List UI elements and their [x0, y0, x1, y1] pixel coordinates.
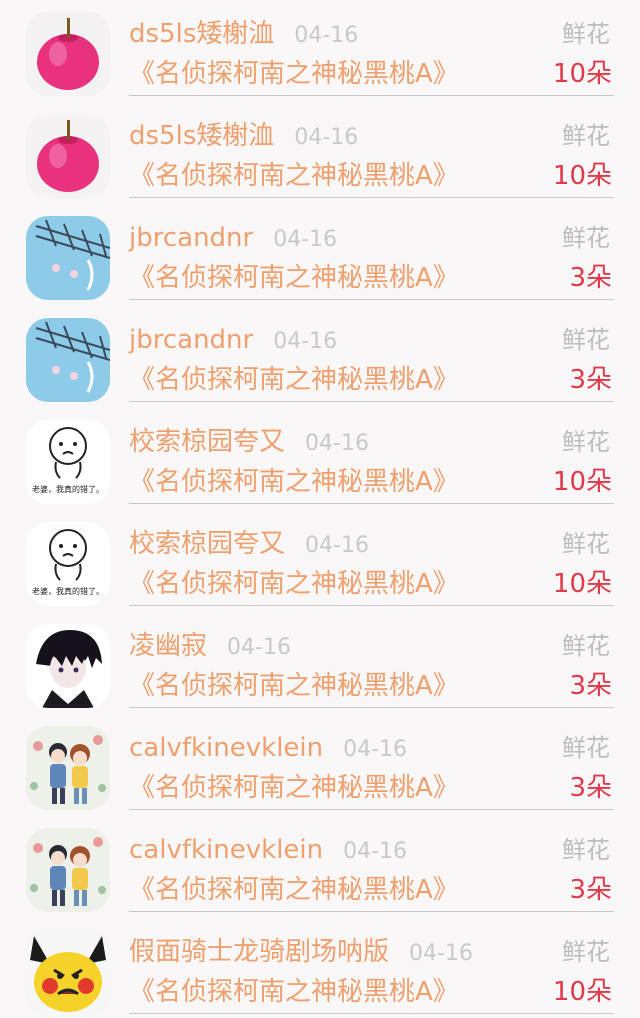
divider	[129, 503, 614, 504]
book-title[interactable]: 《名侦探柯南之神秘黑桃A》	[129, 976, 459, 1008]
username-text[interactable]: 凌幽寂	[129, 631, 207, 661]
apple-avatar[interactable]	[26, 114, 110, 198]
divider	[129, 401, 614, 402]
date-text: 04-16	[294, 125, 359, 150]
username-text[interactable]: ds5ls矮榭洫	[129, 121, 274, 151]
list-item[interactable]: 凌幽寂 04-16 《名侦探柯南之神秘黑桃A》 鲜花 3朵	[0, 612, 640, 714]
book-title[interactable]: 《名侦探柯南之神秘黑桃A》	[129, 670, 459, 702]
username-text[interactable]: 校索椋园夸又	[129, 427, 285, 457]
username[interactable]: calvfkinevklein 04-16	[129, 834, 407, 868]
date-text: 04-16	[343, 839, 408, 864]
username-text[interactable]: ds5ls矮榭洫	[129, 19, 274, 49]
wind-chime-avatar[interactable]	[26, 216, 110, 300]
gift-label: 鲜花	[562, 428, 610, 456]
divider	[129, 707, 614, 708]
couple-avatar[interactable]	[26, 828, 110, 912]
gift-label: 鲜花	[562, 326, 610, 354]
divider	[129, 197, 614, 198]
divider	[129, 299, 614, 300]
date-text: 04-16	[294, 23, 359, 48]
anime-boy-avatar[interactable]	[26, 624, 110, 708]
gift-count: 10朵	[552, 569, 612, 599]
gift-count: 10朵	[552, 59, 612, 89]
gift-label: 鲜花	[562, 836, 610, 864]
username[interactable]: 凌幽寂 04-16	[129, 630, 291, 664]
username[interactable]: jbrcandnr 04-16	[129, 324, 337, 358]
date-text: 04-16	[305, 533, 369, 558]
username-text[interactable]: calvfkinevklein	[129, 733, 323, 763]
username-text[interactable]: jbrcandnr	[129, 325, 253, 355]
username[interactable]: ds5ls矮榭洫 04-16	[129, 120, 358, 154]
avatar-caption: 老婆，我真的错了。	[32, 484, 104, 494]
date-text: 04-16	[273, 227, 338, 252]
divider	[129, 95, 614, 96]
wind-chime-avatar[interactable]	[26, 318, 110, 402]
cartoon-sad-avatar[interactable]: 老婆，我真的错了。	[26, 420, 110, 504]
book-title[interactable]: 《名侦探柯南之神秘黑桃A》	[129, 58, 459, 90]
gift-count: 3朵	[569, 773, 612, 803]
date-text: 04-16	[343, 737, 408, 762]
book-title[interactable]: 《名侦探柯南之神秘黑桃A》	[129, 466, 459, 498]
username[interactable]: 校索椋园夸又 04-16	[129, 528, 369, 562]
cartoon-sad-avatar[interactable]: 老婆，我真的错了。	[26, 522, 110, 606]
divider	[129, 809, 614, 810]
couple-avatar[interactable]	[26, 726, 110, 810]
gift-count: 3朵	[569, 263, 612, 293]
book-title[interactable]: 《名侦探柯南之神秘黑桃A》	[129, 160, 459, 192]
username[interactable]: ds5ls矮榭洫 04-16	[129, 18, 358, 52]
username[interactable]: 假面骑士龙骑剧场呐版 04-16	[129, 936, 473, 970]
date-text: 04-16	[227, 635, 291, 660]
apple-avatar[interactable]	[26, 12, 110, 96]
date-text: 04-16	[273, 329, 338, 354]
list-item[interactable]: ds5ls矮榭洫 04-16 《名侦探柯南之神秘黑桃A》 鲜花 10朵	[0, 102, 640, 204]
gift-label: 鲜花	[562, 938, 610, 966]
username-text[interactable]: 校索椋园夸又	[129, 529, 285, 559]
gift-label: 鲜花	[562, 734, 610, 762]
gift-label: 鲜花	[562, 632, 610, 660]
list-item[interactable]: 老婆，我真的错了。 校索椋园夸又 04-16 《名侦探柯南之神秘黑桃A》 鲜花 1…	[0, 510, 640, 612]
username[interactable]: calvfkinevklein 04-16	[129, 732, 407, 766]
date-text: 04-16	[409, 941, 473, 966]
gift-count: 10朵	[552, 977, 612, 1007]
username[interactable]: 校索椋园夸又 04-16	[129, 426, 369, 460]
gift-count: 3朵	[569, 671, 612, 701]
list-item[interactable]: calvfkinevklein 04-16 《名侦探柯南之神秘黑桃A》 鲜花 3朵	[0, 714, 640, 816]
gift-count: 10朵	[552, 161, 612, 191]
username-text[interactable]: 假面骑士龙骑剧场呐版	[129, 937, 389, 967]
gift-label: 鲜花	[562, 122, 610, 150]
divider	[129, 911, 614, 912]
gift-count: 10朵	[552, 467, 612, 497]
gift-count: 3朵	[569, 875, 612, 905]
book-title[interactable]: 《名侦探柯南之神秘黑桃A》	[129, 568, 459, 600]
book-title[interactable]: 《名侦探柯南之神秘黑桃A》	[129, 874, 459, 906]
gift-label: 鲜花	[562, 530, 610, 558]
gift-label: 鲜花	[562, 20, 610, 48]
book-title[interactable]: 《名侦探柯南之神秘黑桃A》	[129, 364, 459, 396]
username[interactable]: jbrcandnr 04-16	[129, 222, 337, 256]
username-text[interactable]: calvfkinevklein	[129, 835, 323, 865]
divider	[129, 605, 614, 606]
list-item[interactable]: calvfkinevklein 04-16 《名侦探柯南之神秘黑桃A》 鲜花 3朵	[0, 816, 640, 918]
gift-count: 3朵	[569, 365, 612, 395]
pikachu-avatar[interactable]	[26, 930, 110, 1014]
divider	[129, 1013, 614, 1014]
list-item[interactable]: jbrcandnr 04-16 《名侦探柯南之神秘黑桃A》 鲜花 3朵	[0, 204, 640, 306]
list-item[interactable]: jbrcandnr 04-16 《名侦探柯南之神秘黑桃A》 鲜花 3朵	[0, 306, 640, 408]
list-item[interactable]: 假面骑士龙骑剧场呐版 04-16 《名侦探柯南之神秘黑桃A》 鲜花 10朵	[0, 918, 640, 1018]
list-item[interactable]: ds5ls矮榭洫 04-16 《名侦探柯南之神秘黑桃A》 鲜花 10朵	[0, 0, 640, 102]
book-title[interactable]: 《名侦探柯南之神秘黑桃A》	[129, 772, 459, 804]
avatar-caption: 老婆，我真的错了。	[32, 586, 104, 596]
list-item[interactable]: 老婆，我真的错了。 校索椋园夸又 04-16 《名侦探柯南之神秘黑桃A》 鲜花 1…	[0, 408, 640, 510]
username-text[interactable]: jbrcandnr	[129, 223, 253, 253]
gift-label: 鲜花	[562, 224, 610, 252]
book-title[interactable]: 《名侦探柯南之神秘黑桃A》	[129, 262, 459, 294]
date-text: 04-16	[305, 431, 369, 456]
flower-gift-list: ds5ls矮榭洫 04-16 《名侦探柯南之神秘黑桃A》 鲜花 10朵 ds5ls…	[0, 0, 640, 1018]
